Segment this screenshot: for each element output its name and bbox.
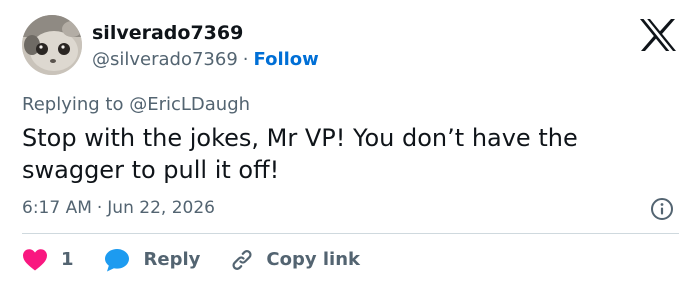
copy-link-label: Copy link bbox=[266, 249, 360, 270]
tweet-date: Jun 22, 2026 bbox=[107, 198, 215, 218]
handle-separator: · bbox=[242, 49, 249, 70]
speech-bubble-icon bbox=[104, 249, 129, 272]
like-button[interactable]: 1 bbox=[22, 247, 74, 273]
link-icon bbox=[232, 250, 252, 270]
author-handle-row: @silverado7369 · Follow bbox=[92, 47, 319, 73]
reply-label: Reply bbox=[143, 249, 201, 270]
replying-to: Replying to @EricLDaugh bbox=[22, 92, 250, 118]
author-handle[interactable]: @silverado7369 bbox=[92, 49, 238, 70]
divider bbox=[22, 233, 679, 234]
x-logo-icon[interactable] bbox=[638, 18, 678, 52]
reply-mention[interactable]: @EricLDaugh bbox=[129, 94, 250, 115]
like-count: 1 bbox=[61, 249, 74, 270]
info-icon[interactable] bbox=[650, 197, 674, 221]
author-display-name[interactable]: silverado7369 bbox=[92, 20, 243, 46]
reply-button[interactable]: Reply bbox=[104, 247, 201, 273]
follow-button[interactable]: Follow bbox=[254, 49, 319, 70]
replying-prefix: Replying to bbox=[22, 94, 124, 115]
tweet-text: Stop with the jokes, Mr VP! You don’t ha… bbox=[22, 124, 578, 184]
timestamp-separator: · bbox=[96, 198, 103, 218]
action-bar: 1 Reply Copy link bbox=[22, 246, 360, 274]
avatar[interactable] bbox=[22, 15, 82, 75]
avatar-image bbox=[22, 15, 82, 75]
tweet-timestamp[interactable]: 6:17 AM · Jun 22, 2026 bbox=[22, 196, 215, 220]
copy-link-button[interactable]: Copy link bbox=[230, 247, 360, 273]
heart-icon bbox=[23, 249, 47, 271]
tweet-time: 6:17 AM bbox=[22, 198, 92, 218]
